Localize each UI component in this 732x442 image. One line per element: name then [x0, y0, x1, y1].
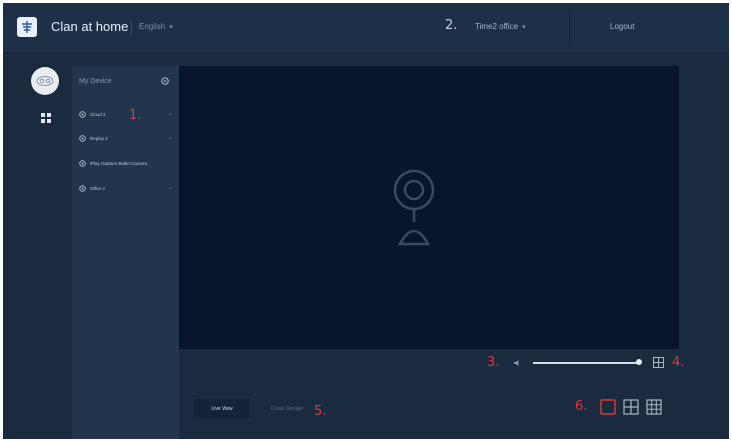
site-label: Time2 office [475, 22, 519, 31]
quad-view-icon[interactable] [623, 399, 639, 415]
site-select[interactable]: Time2 office ▾ [475, 22, 526, 31]
tab-live-view[interactable]: Live View [194, 399, 250, 419]
device-icon [79, 134, 86, 142]
logout-button[interactable]: Logout [610, 22, 634, 31]
video-viewport[interactable] [179, 66, 679, 349]
device-icon [79, 184, 86, 192]
header-divider [569, 11, 570, 47]
device-label: Other 2 [90, 185, 106, 191]
device-icon [79, 110, 86, 118]
single-view-icon[interactable] [600, 399, 616, 415]
device-item[interactable]: iPlay Outdoor Bullet Camera [79, 158, 147, 168]
chevron-down-icon[interactable]: ⌄ [168, 184, 173, 191]
gear-icon[interactable] [161, 77, 169, 85]
avatar-icon[interactable] [31, 67, 59, 95]
left-nav [3, 53, 72, 439]
language-label: English [139, 22, 166, 31]
annotation-4: 4. [672, 355, 685, 370]
header-divider [131, 21, 132, 35]
annotation-3: 3. [487, 355, 500, 370]
top-bar: Clan at home English ▾ Time2 office ▾ Logo… [3, 3, 729, 53]
chevron-down-icon[interactable]: ⌄ [168, 134, 173, 141]
volume-slider-handle[interactable] [636, 359, 642, 365]
camera-placeholder-icon [393, 169, 435, 246]
chevron-down-icon: ▾ [169, 24, 173, 31]
app-logo-icon [17, 17, 37, 37]
device-item[interactable]: Other 2 [79, 183, 105, 193]
app-title: Clan at home [51, 19, 129, 34]
device-label: Cloud 2 [90, 111, 106, 117]
mute-icon[interactable] [514, 359, 522, 367]
app-window: Clan at home English ▾ Time2 office ▾ Logo… [3, 3, 729, 439]
tab-cloud-storage[interactable]: Cloud Storage [261, 399, 313, 419]
device-item[interactable]: Replay 2 [79, 133, 108, 143]
annotation-1: 1. [129, 108, 142, 123]
device-panel-title: My Device [79, 78, 112, 85]
nine-view-icon[interactable] [646, 399, 662, 415]
device-label: iPlay Outdoor Bullet Camera [90, 160, 148, 166]
volume-slider[interactable] [533, 362, 639, 364]
chevron-down-icon[interactable]: ⌄ [168, 110, 173, 117]
annotation-6: 6. [575, 399, 588, 414]
grid-icon[interactable] [41, 113, 51, 123]
language-select[interactable]: English ▾ [139, 22, 173, 31]
device-panel: My Device Cloud 2 ⌄ Replay 2 ⌄ iPlay Out… [72, 66, 179, 439]
annotation-5: 5. [314, 404, 327, 419]
device-item[interactable]: Cloud 2 [79, 109, 106, 119]
annotation-2: 2. [445, 18, 458, 33]
fullscreen-icon[interactable] [653, 357, 664, 368]
device-label: Replay 2 [90, 135, 108, 141]
chevron-down-icon: ▾ [522, 24, 526, 31]
device-icon [79, 159, 86, 167]
